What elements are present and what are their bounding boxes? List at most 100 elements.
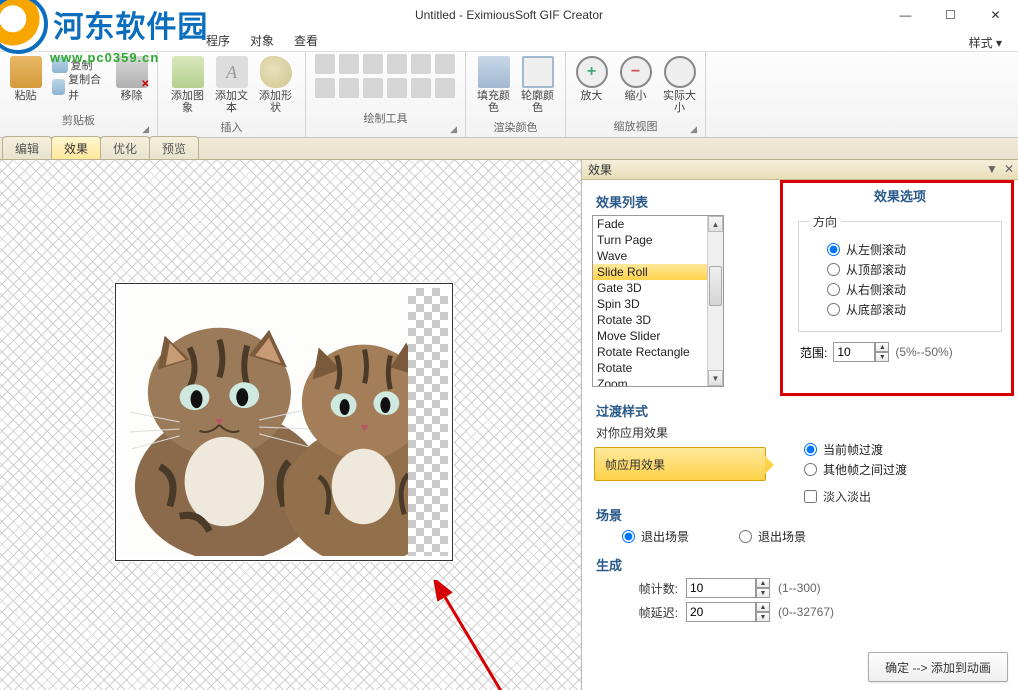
range-spinner[interactable]: ▲▼ [833, 342, 889, 362]
tool-eraser-icon[interactable] [339, 78, 359, 98]
scroll-down-icon[interactable]: ▼ [708, 370, 723, 386]
tool-eyedrop-icon[interactable] [387, 78, 407, 98]
frame-delay-label: 帧延迟: [622, 604, 678, 621]
spin-up-icon[interactable]: ▲ [756, 602, 770, 612]
tool-select-icon[interactable] [339, 54, 359, 74]
canvas-frame[interactable] [115, 283, 453, 561]
radio-from-right[interactable]: 从右侧滚动 [827, 281, 991, 298]
menu-program[interactable]: 程序 [198, 30, 238, 51]
frame-delay-hint: (0--32767) [778, 605, 834, 619]
radio-exit-scene-1[interactable]: 退出场景 [622, 528, 689, 545]
spin-up-icon[interactable]: ▲ [875, 342, 889, 352]
scroll-thumb[interactable] [709, 266, 722, 306]
radio-from-bottom[interactable]: 从底部滚动 [827, 301, 991, 318]
list-item[interactable]: Spin 3D [593, 296, 723, 312]
spin-up-icon[interactable]: ▲ [756, 578, 770, 588]
tool-fill-icon[interactable] [363, 78, 383, 98]
fill-color-button[interactable]: 填充颜色 [473, 54, 515, 116]
group-rendercolor-title: 渲染颜色 [472, 119, 559, 137]
tool-brush-icon[interactable] [315, 78, 335, 98]
checkbox-fade[interactable]: 淡入淡出 [804, 488, 907, 505]
add-shape-button[interactable]: 添加形状 [255, 54, 297, 116]
confirm-add-button[interactable]: 确定 --> 添加到动画 [868, 652, 1008, 682]
window-title: Untitled - EximiousSoft GIF Creator [415, 8, 603, 22]
radio-current-frame[interactable]: 当前帧过渡 [804, 441, 907, 458]
list-item[interactable]: Zoom [593, 376, 723, 387]
zoom-out-button[interactable]: 缩小 [615, 54, 657, 104]
tool-crop-icon[interactable] [435, 54, 455, 74]
copy-icon [52, 57, 68, 73]
frame-count-label: 帧计数: [622, 580, 678, 597]
list-item[interactable]: Rotate Rectangle [593, 344, 723, 360]
list-item[interactable]: Wave [593, 248, 723, 264]
tool-text-icon[interactable] [411, 54, 431, 74]
list-item[interactable]: Rotate [593, 360, 723, 376]
delete-button[interactable]: 移除 [111, 54, 153, 104]
zoom-actual-button[interactable]: 实际大小 [659, 54, 701, 116]
titlebar: Untitled - EximiousSoft GIF Creator — ☐ … [0, 0, 1018, 30]
list-item[interactable]: Fade [593, 216, 723, 232]
list-item[interactable]: Turn Page [593, 232, 723, 248]
paste-button[interactable]: 粘贴 [5, 54, 47, 104]
frame-count-hint: (1--300) [778, 581, 821, 595]
group-clipboard-title: 剪贴板 [6, 112, 151, 130]
list-item[interactable]: Gate 3D [593, 280, 723, 296]
frame-delay-input[interactable] [686, 602, 756, 622]
delete-icon [116, 56, 148, 88]
tool-line-icon[interactable] [411, 78, 431, 98]
add-image-button[interactable]: 添加图象 [167, 54, 209, 116]
tool-wand-icon[interactable] [387, 54, 407, 74]
zoom-out-icon [620, 56, 652, 88]
panel-dropdown-icon[interactable]: ▼ [986, 162, 998, 176]
group-zoom-title: 缩放视图 [572, 118, 699, 136]
list-item[interactable]: Move Slider [593, 328, 723, 344]
tab-effect[interactable]: 效果 [51, 136, 101, 159]
image-icon [172, 56, 204, 88]
clipboard-launcher-icon[interactable]: ◢ [142, 124, 149, 135]
range-input[interactable] [833, 342, 875, 362]
radio-other-frames[interactable]: 其他帧之间过渡 [804, 461, 907, 478]
list-item[interactable]: Rotate 3D [593, 312, 723, 328]
tool-rect-icon[interactable] [435, 78, 455, 98]
tab-edit[interactable]: 编辑 [2, 136, 52, 159]
tool-lasso-icon[interactable] [363, 54, 383, 74]
add-text-button[interactable]: 添加文本 [211, 54, 253, 116]
copy-merge-button[interactable]: 复制合并 [49, 76, 109, 98]
app-icon [8, 6, 24, 22]
zoom-in-button[interactable]: 放大 [571, 54, 613, 104]
radio-exit-scene-2[interactable]: 退出场景 [739, 528, 806, 545]
group-drawtools-title: 绘制工具 [312, 110, 459, 128]
frame-count-spinner[interactable]: ▲▼ [686, 578, 770, 598]
spin-down-icon[interactable]: ▼ [875, 352, 889, 362]
apply-effect-button[interactable]: 帧应用效果 [594, 447, 766, 481]
radio-from-left[interactable]: 从左侧滚动 [827, 241, 991, 258]
zoom-launcher-icon[interactable]: ◢ [690, 124, 697, 135]
spin-down-icon[interactable]: ▼ [756, 612, 770, 622]
close-button[interactable]: ✕ [973, 0, 1018, 30]
menu-view[interactable]: 查看 [286, 30, 326, 51]
transparency-strip [408, 288, 448, 556]
frame-delay-spinner[interactable]: ▲▼ [686, 602, 770, 622]
scroll-up-icon[interactable]: ▲ [708, 216, 723, 232]
tab-preview[interactable]: 预览 [149, 136, 199, 159]
panel-title: 效果 [588, 161, 612, 178]
frame-count-input[interactable] [686, 578, 756, 598]
listbox-scrollbar[interactable]: ▲ ▼ [707, 216, 723, 386]
maximize-button[interactable]: ☐ [928, 0, 973, 30]
tool-pointer-icon[interactable] [315, 54, 335, 74]
tab-optimize[interactable]: 优化 [100, 136, 150, 159]
spin-down-icon[interactable]: ▼ [756, 588, 770, 598]
transition-title: 过渡样式 [596, 401, 1008, 420]
text-icon [216, 56, 248, 88]
radio-from-top[interactable]: 从顶部滚动 [827, 261, 991, 278]
drawtools-launcher-icon[interactable]: ◢ [450, 124, 457, 135]
minimize-button[interactable]: — [883, 0, 928, 30]
stroke-color-button[interactable]: 轮廓颜色 [517, 54, 559, 116]
canvas-area[interactable] [0, 160, 582, 690]
panel-close-icon[interactable]: ✕ [1004, 162, 1014, 176]
effect-listbox[interactable]: Fade Turn Page Wave Slide Roll Gate 3D S… [592, 215, 724, 387]
style-dropdown[interactable]: 样式 ▾ [961, 32, 1010, 53]
list-item-selected[interactable]: Slide Roll [593, 264, 723, 280]
menu-object[interactable]: 对象 [242, 30, 282, 51]
canvas-image [120, 288, 448, 556]
